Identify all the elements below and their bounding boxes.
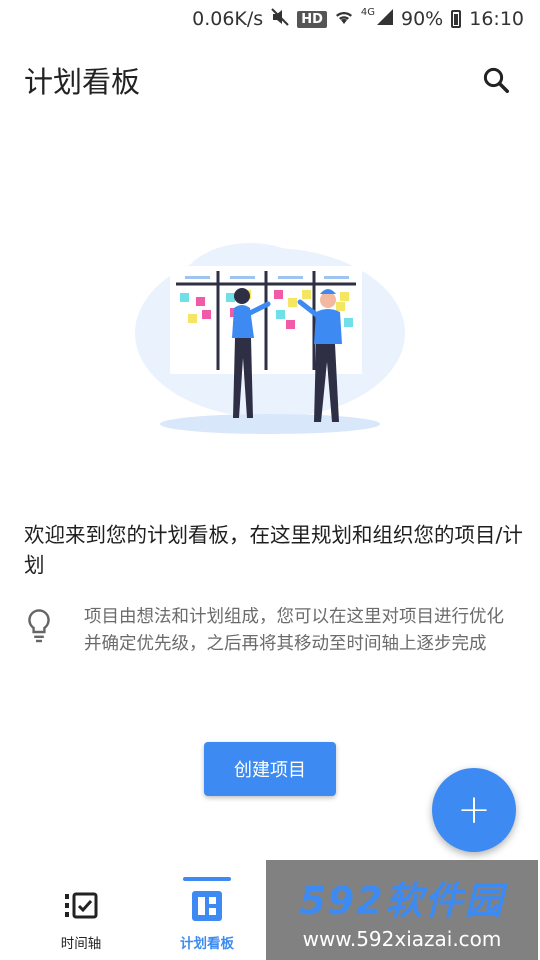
mute-icon — [271, 7, 289, 31]
kanban-illustration — [135, 243, 405, 434]
timeline-icon — [65, 892, 98, 919]
tip-block: 项目由想法和计划组成，您可以在这里对项目进行优化并确定优先级，之后再将其移动至时… — [24, 604, 524, 658]
watermark-url: www.592xiazai.com — [302, 926, 502, 951]
network-type: 4G — [360, 6, 375, 18]
search-button[interactable] — [476, 60, 516, 100]
watermark-title: 592软件园 — [299, 878, 505, 923]
battery-percent: 90% — [401, 8, 444, 30]
lightbulb-icon — [24, 608, 60, 658]
clock: 16:10 — [469, 8, 524, 30]
watermark: 592软件园 www.592xiazai.com — [266, 860, 538, 960]
status-bar: 0.06K/s HD 4G 90% 16:10 — [0, 0, 540, 38]
signal-icon — [377, 8, 393, 30]
nav-label-timeline: 时间轴 — [60, 936, 102, 952]
battery-icon — [451, 10, 462, 28]
search-icon — [483, 67, 509, 93]
network-speed: 0.06K/s — [192, 8, 264, 30]
page-title: 计划看板 — [24, 65, 141, 99]
add-fab-button[interactable]: + — [432, 768, 516, 852]
welcome-message: 欢迎来到您的计划看板，在这里规划和组织您的项目/计划 — [24, 523, 523, 577]
active-tab-indicator — [183, 877, 231, 881]
nav-item-board[interactable]: 计划看板 — [167, 862, 247, 960]
board-icon — [192, 891, 222, 921]
create-project-button[interactable]: 创建项目 — [204, 742, 336, 796]
wifi-icon — [335, 8, 353, 30]
hd-badge: HD — [297, 10, 327, 28]
tip-text: 项目由想法和计划组成，您可以在这里对项目进行优化并确定优先级，之后再将其移动至时… — [84, 607, 504, 654]
plus-icon: + — [457, 787, 491, 833]
nav-item-timeline[interactable]: 时间轴 — [41, 862, 121, 960]
nav-label-board: 计划看板 — [180, 936, 234, 952]
app-bar: 计划看板 — [0, 48, 540, 112]
